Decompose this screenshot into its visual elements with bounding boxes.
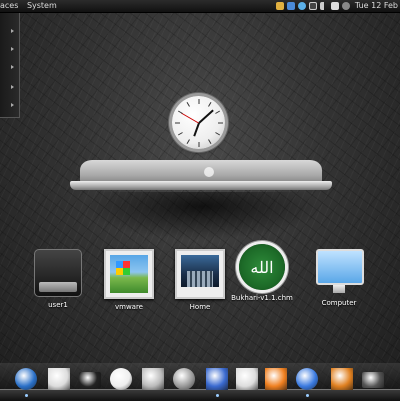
clock-tick (186, 101, 190, 107)
terminal-icon[interactable] (79, 372, 101, 388)
desktop-icon-label: vmware (114, 303, 143, 311)
clock-tick (217, 122, 223, 123)
media-player-icon[interactable] (48, 368, 70, 390)
volume-icon[interactable] (319, 2, 328, 10)
desktop-icon-label: Computer (321, 299, 357, 307)
running-indicator (25, 394, 28, 397)
chat-icon[interactable] (297, 2, 306, 10)
desktop-icon-home[interactable]: Home (165, 249, 235, 311)
desktop-icon-bukhari[interactable]: الله Bukhari-v1.1.chm (227, 244, 297, 302)
system-menu[interactable]: System (27, 1, 57, 10)
clock-tick (198, 141, 199, 147)
chevron-right-icon[interactable] (11, 29, 14, 33)
text-editor-icon[interactable] (236, 368, 258, 390)
places-menu[interactable]: aces (0, 1, 18, 10)
desktop-icon-computer[interactable]: Computer (304, 247, 374, 307)
clock-tick (198, 98, 199, 104)
hard-drive-icon (34, 249, 82, 297)
side-drawer[interactable] (0, 13, 20, 118)
laptop-lid (80, 160, 322, 182)
chevron-right-icon[interactable] (11, 85, 14, 89)
clock-tick (214, 110, 220, 114)
clock-tick (207, 138, 211, 144)
network-icon[interactable] (286, 2, 295, 10)
vmware-image-icon (104, 249, 154, 299)
clock-tick (214, 131, 220, 135)
bukhari-glyph: الله (250, 257, 274, 277)
running-indicator (306, 394, 309, 397)
top-panel: aces System Tue 12 Feb (0, 0, 400, 13)
firefox-icon[interactable] (15, 368, 37, 390)
home-folder-icon (175, 249, 225, 299)
virtualbox-icon[interactable] (331, 368, 353, 390)
writer-icon[interactable] (206, 368, 228, 390)
chevron-right-icon[interactable] (11, 65, 14, 69)
bluetooth-icon[interactable] (308, 2, 317, 10)
apple-logo-icon (204, 167, 214, 177)
desktop-icon-vmware[interactable]: vmware (94, 249, 164, 311)
second-hand (180, 112, 199, 123)
clock-tick (186, 138, 190, 144)
vlc-icon[interactable] (265, 368, 287, 390)
laptop-image (70, 160, 332, 190)
laptop-shadow (82, 192, 322, 240)
dock-shelf (0, 389, 400, 401)
laptop-base (70, 181, 332, 190)
power-icon[interactable] (341, 2, 350, 10)
chm-file-icon: الله (239, 244, 285, 290)
clock-tick (207, 101, 211, 107)
chevron-right-icon[interactable] (11, 103, 14, 107)
inkscape-icon[interactable] (110, 368, 132, 390)
mail-icon[interactable] (330, 2, 339, 10)
desktop-icon-label: Bukhari-v1.1.chm (231, 294, 293, 302)
system-monitor-icon[interactable] (362, 372, 384, 388)
clock-tick (177, 131, 183, 135)
panel-menu: aces System (0, 0, 63, 12)
desktop-icon-label: user1 (48, 301, 68, 309)
clock-tick (177, 110, 183, 114)
running-indicator (216, 394, 219, 397)
computer-icon (316, 249, 364, 295)
panel-clock[interactable]: Tue 12 Feb (355, 0, 398, 12)
analog-clock (172, 96, 225, 149)
folder-icon[interactable] (275, 2, 284, 10)
settings-icon[interactable] (173, 368, 195, 390)
chevron-right-icon[interactable] (11, 47, 14, 51)
google-earth-icon[interactable] (296, 368, 318, 390)
system-tray: Tue 12 Feb (275, 0, 400, 12)
dock (0, 363, 400, 401)
desktop-icon-label: Home (189, 303, 211, 311)
minute-hand (197, 109, 214, 124)
desktop-icon-user1[interactable]: user1 (23, 249, 93, 309)
hour-hand (192, 122, 200, 136)
file-manager-icon[interactable] (142, 368, 164, 390)
clock-tick (174, 122, 180, 123)
